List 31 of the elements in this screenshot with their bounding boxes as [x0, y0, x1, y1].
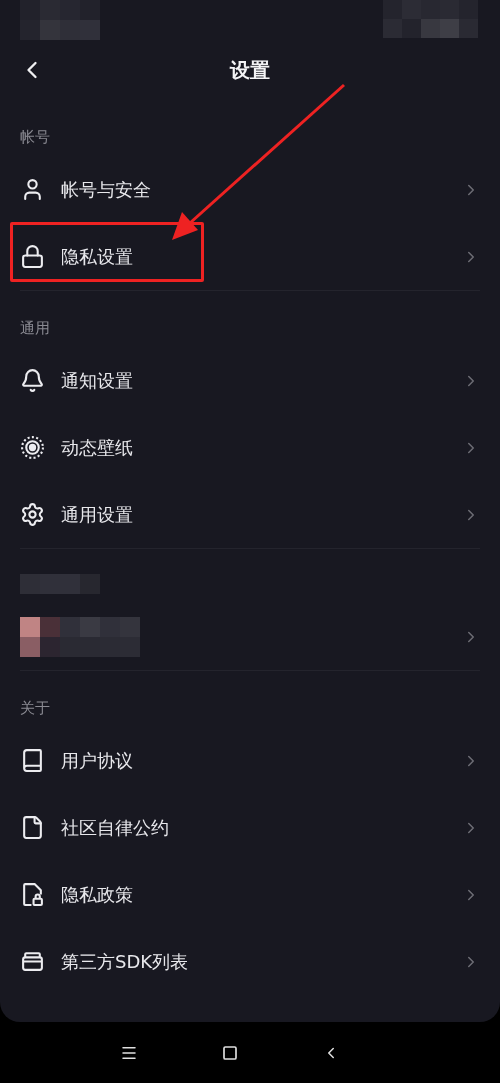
settings-row[interactable]: 帐号与安全 — [0, 156, 500, 223]
settings-row[interactable]: 通用设置 — [0, 481, 500, 548]
row-label: 社区自律公约 — [61, 816, 169, 840]
settings-row[interactable]: 通知设置 — [0, 347, 500, 414]
page-title: 设置 — [230, 57, 270, 84]
settings-row[interactable]: 社区自律公约 — [0, 794, 500, 861]
home-icon[interactable] — [222, 1044, 238, 1061]
settings-row[interactable]: 第三方SDK列表 — [0, 928, 500, 995]
settings-row[interactable]: 动态壁纸 — [0, 414, 500, 481]
document-icon — [20, 815, 45, 840]
bell-icon — [20, 368, 45, 393]
settings-row[interactable]: 隐私政策 — [0, 861, 500, 928]
settings-icon — [20, 502, 45, 527]
book-icon — [20, 748, 45, 773]
settings-row[interactable]: 用户协议 — [0, 727, 500, 794]
row-label: 动态壁纸 — [61, 436, 133, 460]
row-label: 通用设置 — [61, 503, 133, 527]
row-label: 帐号与安全 — [61, 178, 151, 202]
row-label: 第三方SDK列表 — [61, 950, 189, 974]
row-label: 隐私政策 — [61, 883, 133, 907]
row-label: 隐私设置 — [61, 245, 133, 269]
section-label: 帐号 — [20, 126, 50, 148]
document-lock-icon — [20, 882, 45, 907]
concentric-circles-icon — [20, 435, 45, 460]
lock-icon — [20, 244, 45, 269]
settings-row[interactable]: 隐私设置 — [0, 223, 500, 290]
card-icon — [20, 949, 45, 974]
section-label: 关于 — [20, 697, 50, 719]
section-label: 通用 — [20, 317, 50, 339]
row-label: 用户协议 — [61, 749, 133, 773]
row-label: 通知设置 — [61, 369, 133, 393]
